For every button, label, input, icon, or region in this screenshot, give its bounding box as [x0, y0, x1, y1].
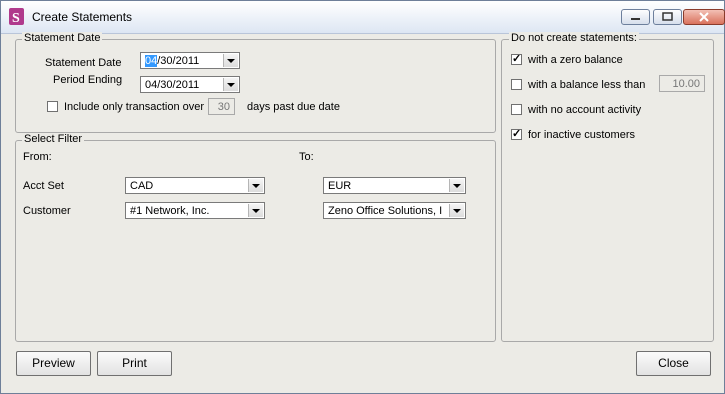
close-button[interactable]: Close: [636, 351, 711, 376]
maximize-button[interactable]: [653, 9, 682, 25]
statement-date-legend: Statement Date: [22, 32, 103, 44]
window-title: Create Statements: [32, 10, 133, 24]
balance-less-than-label: with a balance less than: [528, 79, 646, 91]
chevron-down-icon[interactable]: [248, 179, 263, 192]
statement-date-rest: /30/2011: [157, 55, 200, 67]
chevron-down-icon[interactable]: [449, 179, 464, 192]
svg-text:S: S: [12, 11, 20, 26]
statement-date-month-selected[interactable]: 04: [145, 55, 158, 67]
checkmark-icon: ✓: [512, 53, 522, 65]
customer-label: Customer: [23, 205, 71, 217]
statement-date-picker[interactable]: 04/30/2011: [140, 52, 240, 69]
balance-threshold-input[interactable]: 10.00: [659, 75, 705, 92]
customer-to-select[interactable]: Zeno Office Solutions, I: [323, 202, 466, 219]
no-activity-checkbox[interactable]: [511, 104, 522, 115]
select-filter-legend: Select Filter: [22, 133, 85, 145]
from-label: From:: [23, 151, 52, 163]
customer-from-select[interactable]: #1 Network, Inc.: [125, 202, 265, 219]
days-past-due-input[interactable]: 30: [208, 98, 235, 115]
maximize-icon: [662, 12, 673, 21]
title-bar[interactable]: S Create Statements: [1, 1, 725, 34]
zero-balance-label: with a zero balance: [528, 54, 623, 66]
period-ending-label: Period Ending: [53, 74, 123, 86]
zero-balance-checkbox[interactable]: ✓: [511, 53, 522, 65]
customer-to-value: Zeno Office Solutions, I: [328, 205, 443, 217]
checkmark-icon: ✓: [512, 128, 522, 140]
acct-set-from-value: CAD: [130, 180, 154, 192]
statement-date-group: Statement Date: [15, 32, 496, 133]
inactive-customers-checkbox[interactable]: ✓: [511, 128, 522, 140]
do-not-create-legend: Do not create statements:: [509, 32, 639, 44]
to-label: To:: [299, 151, 314, 163]
include-only-checkbox[interactable]: [47, 101, 58, 112]
statement-date-label: Statement Date: [45, 57, 122, 69]
select-filter-group: Select Filter: [15, 133, 496, 342]
no-activity-label: with no account activity: [528, 104, 642, 116]
app-icon: S: [9, 8, 24, 26]
acct-set-to-value: EUR: [328, 180, 352, 192]
days-suffix-label: days past due date: [247, 101, 340, 113]
inactive-customers-label: for inactive customers: [528, 129, 635, 141]
close-icon: [699, 12, 709, 22]
acct-set-from-select[interactable]: CAD: [125, 177, 265, 194]
close-window-button[interactable]: [683, 9, 725, 25]
minimize-icon: [631, 18, 640, 20]
chevron-down-icon[interactable]: [449, 204, 464, 217]
print-button[interactable]: Print: [97, 351, 172, 376]
chevron-down-icon[interactable]: [223, 54, 238, 67]
period-ending-picker[interactable]: 04/30/2011: [140, 76, 240, 93]
acct-set-to-select[interactable]: EUR: [323, 177, 466, 194]
acct-set-label: Acct Set: [23, 180, 64, 192]
minimize-button[interactable]: [621, 9, 650, 25]
balance-less-than-checkbox[interactable]: [511, 79, 522, 90]
chevron-down-icon[interactable]: [223, 78, 238, 91]
create-statements-window: S Create Statements Statement Date State…: [0, 0, 725, 394]
customer-from-value: #1 Network, Inc.: [130, 205, 210, 217]
preview-button[interactable]: Preview: [16, 351, 91, 376]
include-only-label: Include only transaction over: [64, 101, 205, 113]
chevron-down-icon[interactable]: [248, 204, 263, 217]
period-ending-value: 04/30/2011: [145, 79, 200, 91]
